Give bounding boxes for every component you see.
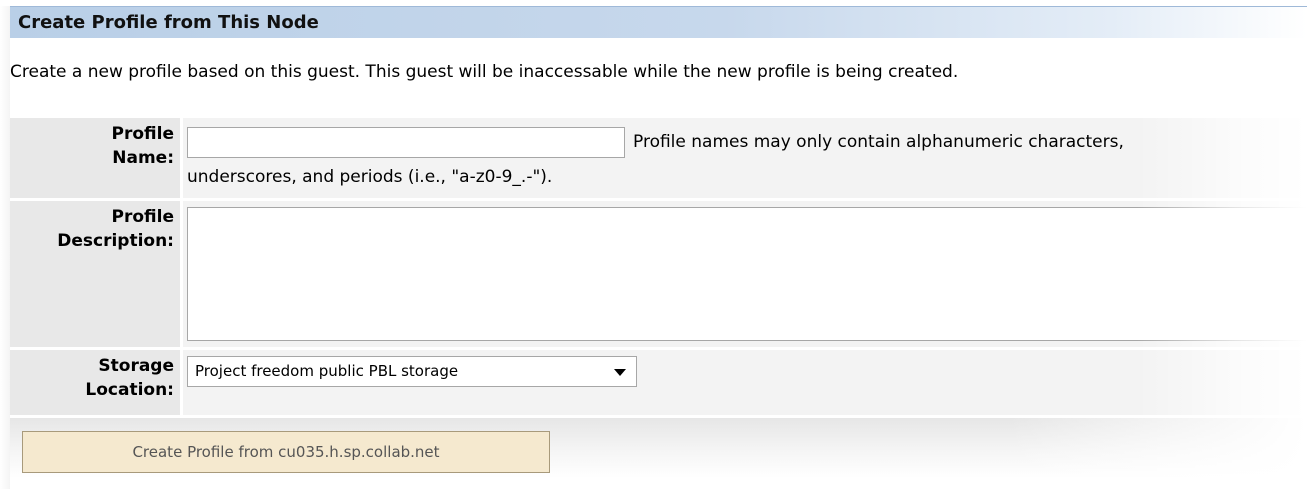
fade-overlay xyxy=(1137,118,1307,198)
profile-name-label-line2: Name: xyxy=(112,148,174,168)
storage-location-row: Storage Location: Project freedom public… xyxy=(10,350,1307,415)
profile-name-input[interactable] xyxy=(187,127,625,158)
fade-overlay xyxy=(1137,350,1307,415)
profile-description-value-cell xyxy=(183,201,1307,347)
storage-location-select[interactable]: Project freedom public PBL storage xyxy=(187,356,637,387)
storage-location-label-line1: Storage xyxy=(98,356,174,376)
profile-name-label: Profile Name: xyxy=(10,118,180,198)
storage-location-selected: Project freedom public PBL storage xyxy=(195,362,459,380)
profile-name-hint-line1: Profile names may only contain alphanume… xyxy=(633,132,1124,152)
intro-text-container: Create a new profile based on this guest… xyxy=(10,52,1307,92)
panel-header: Create Profile from This Node xyxy=(10,6,1307,38)
storage-location-label-line2: Location: xyxy=(85,380,174,400)
intro-text: Create a new profile based on this guest… xyxy=(10,62,959,82)
storage-location-value-cell: Project freedom public PBL storage xyxy=(183,350,1307,415)
profile-description-label-line2: Description: xyxy=(57,231,174,251)
panel-edge xyxy=(0,6,10,489)
profile-description-textarea[interactable] xyxy=(187,207,1307,341)
storage-location-label: Storage Location: xyxy=(10,350,180,415)
chevron-down-icon xyxy=(614,369,626,376)
profile-name-hint-line2: underscores, and periods (i.e., "a-z0-9_… xyxy=(187,167,553,187)
create-profile-button[interactable]: Create Profile from cu035.h.sp.collab.ne… xyxy=(22,431,550,473)
profile-description-label: Profile Description: xyxy=(10,201,180,347)
profile-description-row: Profile Description: xyxy=(10,201,1307,347)
profile-name-row: Profile Name: Profile names may only con… xyxy=(10,118,1307,198)
create-profile-panel: Create Profile from This Node Create a n… xyxy=(0,0,1307,489)
profile-name-value-cell: Profile names may only contain alphanume… xyxy=(183,118,1307,198)
profile-name-label-line1: Profile xyxy=(111,124,174,144)
panel-title: Create Profile from This Node xyxy=(18,12,319,33)
fade-overlay xyxy=(1137,52,1307,92)
profile-description-label-line1: Profile xyxy=(111,207,174,227)
